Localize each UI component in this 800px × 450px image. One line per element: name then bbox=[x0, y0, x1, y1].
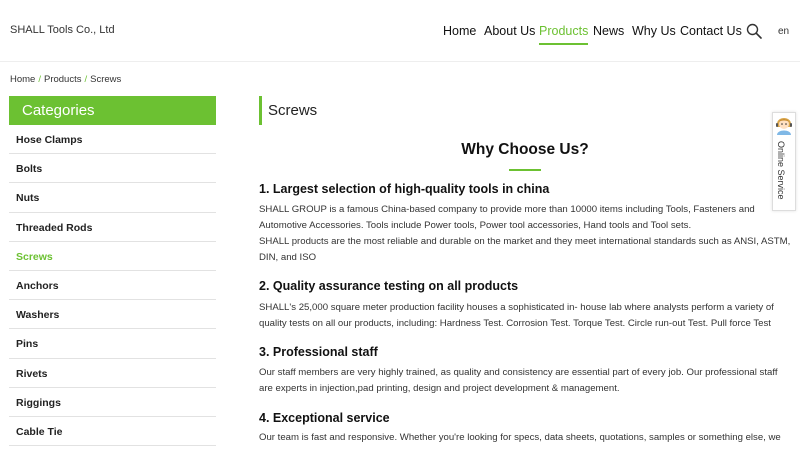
company-name[interactable]: SHALL Tools Co., Ltd bbox=[10, 24, 115, 36]
breadcrumb: Home / Products / Screws bbox=[10, 74, 121, 85]
breadcrumb-separator: / bbox=[84, 74, 88, 85]
category-hose-clamps[interactable]: Hose Clamps bbox=[9, 125, 216, 155]
nav-home[interactable]: Home bbox=[443, 24, 476, 38]
category-washers[interactable]: Washers bbox=[9, 300, 216, 330]
support-avatar-icon bbox=[776, 118, 792, 135]
section-text: Our team is fast and responsive. Whether… bbox=[259, 432, 781, 443]
section-title: 4. Exceptional service bbox=[259, 411, 390, 425]
category-list: Hose Clamps Bolts Nuts Threaded Rods Scr… bbox=[9, 125, 216, 447]
nav-contact-us[interactable]: Contact Us bbox=[680, 24, 742, 38]
category-bolts[interactable]: Bolts bbox=[9, 154, 216, 184]
why-choose-us-heading: Why Choose Us? bbox=[461, 141, 589, 158]
title-accent-bar bbox=[259, 96, 262, 125]
section-text: SHALL's 25,000 square meter production f… bbox=[259, 302, 774, 329]
search-icon[interactable] bbox=[746, 23, 762, 39]
category-screws[interactable]: Screws bbox=[9, 242, 216, 271]
section-title: 2. Quality assurance testing on all prod… bbox=[259, 279, 519, 293]
breadcrumb-home[interactable]: Home bbox=[10, 74, 35, 85]
section-text: Our staff members are very highly traine… bbox=[259, 367, 778, 394]
category-anchors[interactable]: Anchors bbox=[9, 271, 216, 301]
site-header: SHALL Tools Co., Ltd Home About Us Produ… bbox=[0, 0, 800, 62]
online-service-label: Online Service bbox=[776, 141, 786, 200]
section-text: SHALL GROUP is a famous China-based comp… bbox=[259, 204, 755, 231]
category-pins[interactable]: Pins bbox=[9, 329, 216, 359]
category-riggings[interactable]: Riggings bbox=[9, 388, 216, 417]
categories-header: Categories bbox=[9, 96, 216, 125]
nav-why-us[interactable]: Why Us bbox=[632, 24, 676, 38]
category-nuts[interactable]: Nuts bbox=[9, 183, 216, 213]
category-rivets[interactable]: Rivets bbox=[9, 359, 216, 388]
nav-products[interactable]: Products bbox=[539, 24, 589, 45]
section-text: SHALL products are the most reliable and… bbox=[259, 236, 791, 263]
breadcrumb-separator: / bbox=[38, 74, 41, 85]
breadcrumb-current: Screws bbox=[90, 74, 122, 85]
heading-underline bbox=[509, 169, 541, 171]
online-service-tab[interactable]: Online Service bbox=[772, 112, 796, 211]
category-cable-tie[interactable]: Cable Tie bbox=[9, 417, 216, 447]
page-title: Screws bbox=[268, 102, 318, 119]
language-switch[interactable]: en bbox=[778, 26, 789, 37]
nav-news[interactable]: News bbox=[593, 24, 624, 38]
category-threaded-rods[interactable]: Threaded Rods bbox=[9, 213, 216, 242]
section-title: 1. Largest selection of high-quality too… bbox=[259, 182, 550, 196]
section-title: 3. Professional staff bbox=[259, 345, 378, 359]
breadcrumb-products[interactable]: Products bbox=[44, 74, 82, 85]
nav-about-us[interactable]: About Us bbox=[484, 24, 535, 38]
